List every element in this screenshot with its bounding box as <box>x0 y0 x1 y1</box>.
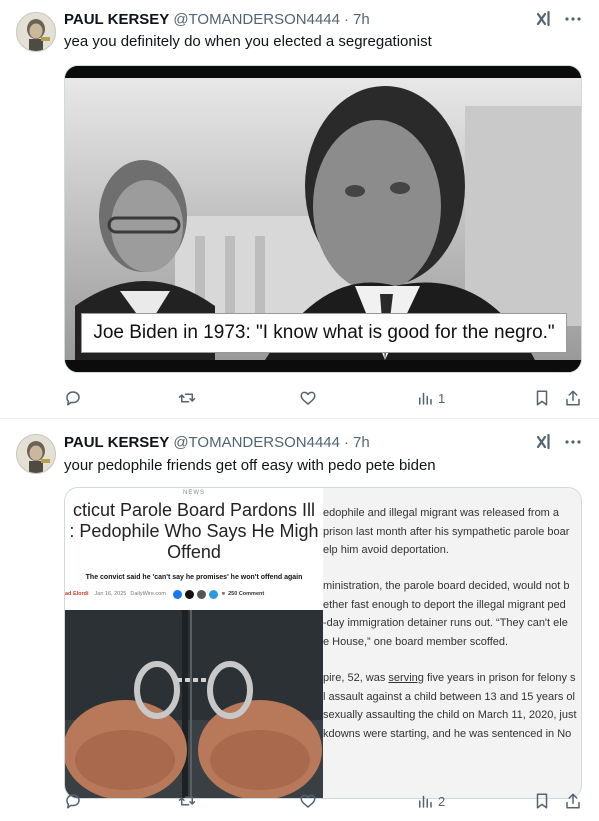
article-byline: ad Elordi Jan 16, 2025 DailyWire.com ■ 2… <box>65 588 323 600</box>
grok-icon[interactable] <box>534 432 554 452</box>
bookmark-icon <box>536 793 548 809</box>
article-body-line: prison last month after his sympathetic … <box>323 525 570 538</box>
timestamp[interactable]: 7h <box>353 434 370 451</box>
bookmark-button[interactable] <box>533 388 551 408</box>
author-name[interactable]: PAUL KERSEY <box>64 434 169 451</box>
headline-line: Offend <box>167 542 221 562</box>
like-icon <box>300 794 316 808</box>
comment-icon: ■ <box>221 591 226 597</box>
telegram-icon <box>208 589 218 599</box>
article-body-line: kdowns were starting, and he was sentenc… <box>323 727 572 740</box>
article-author: ad Elordi <box>65 591 89 597</box>
retweet-icon <box>178 393 196 403</box>
article-body-line: ministration, the parole board decided, … <box>323 580 570 592</box>
action-bar: 2 <box>64 791 584 811</box>
retweet-button[interactable] <box>178 388 200 408</box>
like-button[interactable] <box>299 388 321 408</box>
article-body-line: sexually assaulting the child on March 1… <box>323 709 577 721</box>
x-icon <box>184 589 194 599</box>
tweet-header: PAUL KERSEY @TOMANDERSON4444 · 7h <box>64 9 370 29</box>
reply-icon <box>66 391 80 406</box>
article-body-line: edophile and illegal migrant was release… <box>323 507 560 519</box>
email-icon <box>196 589 206 599</box>
article-subheadline: The convict said he 'can't say he promis… <box>85 574 303 581</box>
article-comments: 250 Comment <box>228 591 265 597</box>
grok-icon[interactable] <box>534 9 554 29</box>
retweet-icon <box>178 796 196 806</box>
tweet-header: PAUL KERSEY @TOMANDERSON4444 · 7h <box>64 432 370 452</box>
facebook-icon <box>172 589 182 599</box>
like-button[interactable] <box>299 791 321 811</box>
reply-button[interactable] <box>64 388 86 408</box>
article-body-line: l assault against a child between 13 and… <box>323 690 575 703</box>
bookmark-button[interactable] <box>533 791 551 811</box>
views-count: 1 <box>438 390 446 406</box>
article-body-line: e House,” one board member scoffed. <box>323 635 509 648</box>
headline-line: : Pedophile Who Says He Migh <box>69 521 319 541</box>
tweet[interactable]: PAUL KERSEY @TOMANDERSON4444 · 7h yea yo… <box>0 0 599 419</box>
tweet[interactable]: PAUL KERSEY @TOMANDERSON4444 · 7h your p… <box>0 420 599 821</box>
views-icon <box>419 795 432 808</box>
article-source: DailyWire.com <box>130 591 166 597</box>
views-count: 2 <box>438 793 446 809</box>
tweet-image[interactable]: NEWS cticut Parole Board Pardons Ill : P… <box>64 487 582 799</box>
views-icon <box>419 392 432 405</box>
tweet-text: yea you definitely do when you elected a… <box>64 33 432 50</box>
article-screenshot: NEWS cticut Parole Board Pardons Ill : P… <box>65 488 323 798</box>
tweet-text: your pedophile friends get off easy with… <box>64 457 436 474</box>
image-caption: Joe Biden in 1973: "I know what is good … <box>81 313 567 353</box>
more-icon[interactable] <box>562 8 584 28</box>
bookmark-icon <box>536 390 548 406</box>
avatar[interactable] <box>16 12 56 52</box>
author-handle[interactable]: @TOMANDERSON4444 <box>173 11 340 28</box>
timestamp[interactable]: 7h <box>353 11 370 28</box>
retweet-button[interactable] <box>178 791 200 811</box>
avatar[interactable] <box>16 434 56 474</box>
article-body-line: ether fast enough to deport the illegal … <box>323 598 566 611</box>
reply-icon <box>66 794 80 809</box>
article-body-line: -day immigration detainer runs out. “The… <box>323 617 568 629</box>
action-bar: 1 <box>64 388 584 408</box>
article-date: Jan 16, 2025 <box>94 591 127 597</box>
article-body-line: pire, 52, was serving five years in pris… <box>323 672 576 684</box>
like-icon <box>300 391 316 405</box>
article-tag: NEWS <box>183 490 205 496</box>
reply-button[interactable] <box>64 791 86 811</box>
headline-line: cticut Parole Board Pardons Ill <box>72 500 316 520</box>
underlined-link: serving <box>388 672 424 684</box>
more-icon[interactable] <box>562 431 584 451</box>
article-body: edophile and illegal migrant was release… <box>323 488 581 798</box>
separator: · <box>343 10 349 28</box>
share-icon <box>566 793 580 809</box>
views-button[interactable]: 1 <box>416 388 445 408</box>
views-button[interactable]: 2 <box>416 791 445 811</box>
article-body-line: elp him avoid deportation. <box>323 544 449 556</box>
handcuffs-photo <box>65 610 323 798</box>
author-handle[interactable]: @TOMANDERSON4444 <box>173 434 340 451</box>
article-headline: cticut Parole Board Pardons Ill : Pedoph… <box>65 500 323 563</box>
share-button[interactable] <box>564 791 582 811</box>
share-icon <box>566 390 580 406</box>
tweet-image[interactable]: Joe Biden in 1973: "I know what is good … <box>64 65 582 373</box>
separator: · <box>343 433 349 451</box>
author-name[interactable]: PAUL KERSEY <box>64 11 169 28</box>
share-button[interactable] <box>564 388 582 408</box>
